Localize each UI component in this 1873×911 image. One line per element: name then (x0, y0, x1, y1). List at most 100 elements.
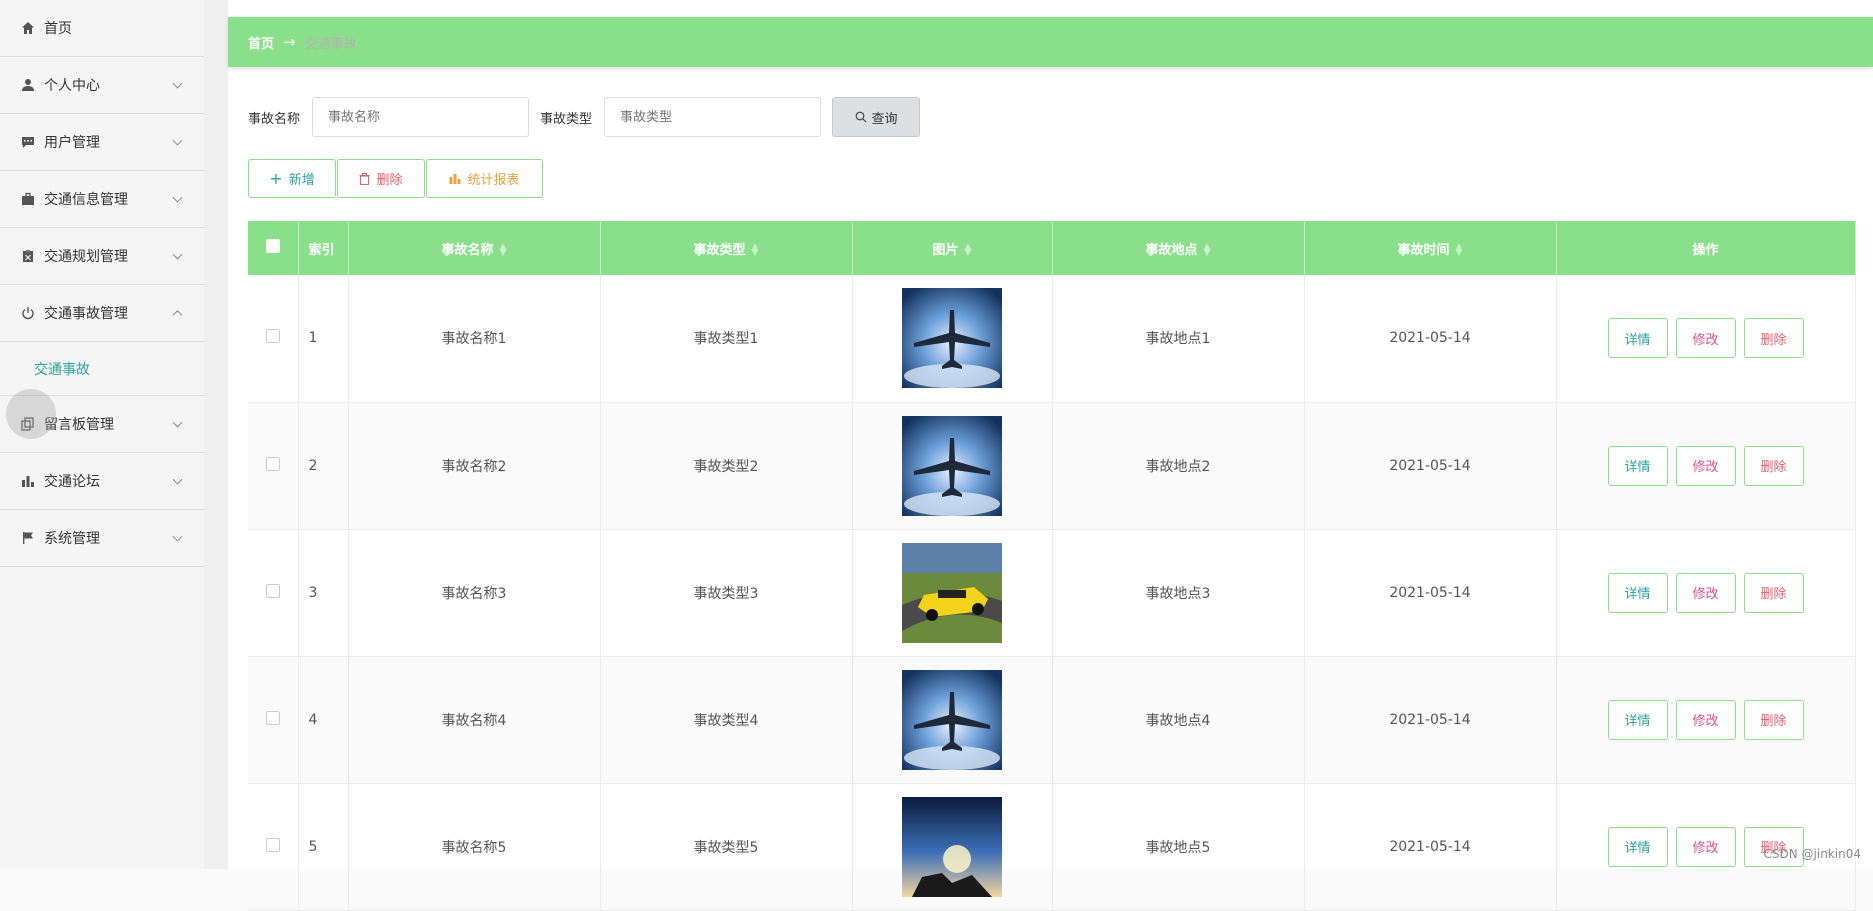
sidebar-subitem-traffic-accident[interactable]: 交通事故 (0, 342, 204, 396)
breadcrumb-home[interactable]: 首页 (248, 33, 274, 52)
chevron-down-icon (172, 531, 183, 542)
detail-button[interactable]: 详情 (1607, 445, 1668, 486)
sort-icon[interactable]: ▲ ▼ (965, 243, 972, 258)
action-bar: + 新增 删除 统计报表 (248, 159, 544, 198)
chevron-down-icon (172, 192, 183, 203)
delete-button[interactable]: 删除 (337, 159, 425, 198)
report-button[interactable]: 统计报表 (426, 159, 543, 198)
row-delete-button[interactable]: 删除 (1743, 699, 1804, 740)
accident-type-cell: 事故类型1 (600, 275, 853, 403)
detail-button[interactable]: 详情 (1607, 572, 1668, 613)
edit-button[interactable]: 修改 (1675, 826, 1736, 867)
chevron-down-icon (172, 135, 183, 146)
edit-button[interactable]: 修改 (1675, 699, 1736, 740)
accident-name-input[interactable] (312, 97, 530, 137)
row-delete-button[interactable]: 删除 (1743, 572, 1804, 613)
detail-button[interactable]: 详情 (1607, 699, 1668, 740)
detail-button[interactable]: 详情 (1607, 826, 1668, 867)
sidebar-item-accident-management[interactable]: 交通事故管理 (0, 285, 204, 342)
column-header-label: 图片 (932, 242, 959, 258)
sort-icon[interactable]: ▲ ▼ (1204, 243, 1211, 258)
accident-type-cell: 事故类型4 (600, 656, 853, 784)
sidebar-item-label: 交通规划管理 (44, 249, 128, 265)
row-checkbox[interactable] (248, 529, 299, 657)
sidebar: 首页 个人中心 用户管理 交通信息管理 交通规划管理 交通事故管理 交通事故 留… (0, 0, 204, 869)
watermark: CSDN @jinkin04 (1763, 847, 1861, 861)
airplane-thumbnail[interactable] (902, 415, 1002, 516)
edit-button[interactable]: 修改 (1675, 572, 1736, 613)
accident-name-cell: 事故名称4 (348, 656, 601, 784)
accident-time-cell: 2021-05-14 (1304, 275, 1557, 403)
actions-cell: 详情 修改 删除 (1556, 275, 1856, 403)
arrow-right-icon: → (283, 33, 296, 51)
bar-chart-icon (449, 173, 461, 184)
chevron-down-icon (172, 78, 183, 89)
floating-overlay-icon[interactable] (6, 389, 56, 439)
detail-button[interactable]: 详情 (1607, 318, 1668, 359)
row-checkbox[interactable] (248, 656, 299, 784)
search-bar: 事故名称 事故类型 查询 (248, 97, 921, 137)
user-icon (20, 78, 35, 93)
row-delete-button[interactable]: 删除 (1743, 318, 1804, 359)
accident-type-cell: 事故类型2 (600, 402, 853, 530)
column-header-name[interactable]: 事故名称 ▲ ▼ (348, 221, 601, 275)
row-index: 5 (298, 783, 349, 911)
chat-icon (20, 135, 35, 150)
sidebar-item-label: 交通论坛 (44, 474, 100, 490)
column-header-label: 事故类型 (693, 242, 746, 258)
row-checkbox[interactable] (248, 275, 299, 403)
row-index: 4 (298, 656, 349, 784)
actions-cell: 详情 修改 删除 (1556, 402, 1856, 530)
chevron-down-icon (172, 474, 183, 485)
column-header-label: 事故地点 (1145, 242, 1198, 258)
briefcase-icon (20, 192, 35, 207)
accident-location-cell: 事故地点3 (1052, 529, 1305, 657)
column-header-image[interactable]: 图片 ▲ ▼ (852, 221, 1053, 275)
select-all-checkbox[interactable] (248, 221, 299, 275)
accident-location-cell: 事故地点1 (1052, 275, 1305, 403)
accident-name-cell: 事故名称2 (348, 402, 601, 530)
row-checkbox[interactable] (248, 402, 299, 530)
column-header-location[interactable]: 事故地点 ▲ ▼ (1052, 221, 1305, 275)
column-header-actions: 操作 (1556, 221, 1856, 275)
racecar-thumbnail[interactable] (902, 542, 1002, 643)
airplane-thumbnail[interactable] (902, 669, 1002, 770)
sort-icon[interactable]: ▲ ▼ (752, 243, 759, 258)
column-header-time[interactable]: 事故时间 ▲ ▼ (1304, 221, 1557, 275)
sidebar-item-home[interactable]: 首页 (0, 0, 204, 57)
image-cell (852, 402, 1053, 530)
airplane-thumbnail[interactable] (902, 288, 1002, 389)
add-button[interactable]: + 新增 (248, 159, 336, 198)
query-button[interactable]: 查询 (832, 97, 921, 137)
column-header-index: 索引 (298, 221, 349, 275)
edit-button[interactable]: 修改 (1675, 318, 1736, 359)
sidebar-item-label: 首页 (44, 21, 72, 37)
sidebar-item-system-management[interactable]: 系统管理 (0, 510, 204, 567)
accident-name-label: 事故名称 (248, 111, 301, 127)
accident-table: 索引 事故名称 ▲ ▼ 事故类型 ▲ ▼ 图片 ▲ ▼ 事故地点 ▲ ▼ 事故时间 ▲ ▼ 操作 1… (248, 221, 1856, 911)
sidebar-item-traffic-info[interactable]: 交通信息管理 (0, 171, 204, 228)
accident-type-cell: 事故类型5 (600, 783, 853, 911)
motorcycle-thumbnail[interactable] (902, 796, 1002, 897)
power-icon (20, 306, 35, 321)
add-button-label: 新增 (288, 173, 315, 188)
sort-icon[interactable]: ▲ ▼ (500, 243, 507, 258)
sidebar-item-traffic-forum[interactable]: 交通论坛 (0, 453, 204, 510)
column-header-type[interactable]: 事故类型 ▲ ▼ (600, 221, 853, 275)
sidebar-item-personal-center[interactable]: 个人中心 (0, 57, 204, 114)
row-index: 2 (298, 402, 349, 530)
sort-icon[interactable]: ▲ ▼ (1456, 243, 1463, 258)
table-row: 4 事故名称4 事故类型4 事故地点4 2021-05-14 详情 修改 删除 (248, 656, 1856, 784)
table-body: 1 事故名称1 事故类型1 事故地点1 2021-05-14 详情 修改 删除 2 事故名称2 事故… (248, 275, 1856, 911)
sidebar-item-label: 用户管理 (44, 135, 100, 151)
chevron-down-icon (172, 417, 183, 428)
sidebar-item-traffic-planning[interactable]: 交通规划管理 (0, 228, 204, 285)
accident-type-input[interactable] (604, 97, 822, 137)
sidebar-item-user-management[interactable]: 用户管理 (0, 114, 204, 171)
row-checkbox[interactable] (248, 783, 299, 911)
divider (204, 0, 228, 869)
query-button-label: 查询 (871, 111, 898, 127)
bar-chart-icon (20, 474, 35, 489)
edit-button[interactable]: 修改 (1675, 445, 1736, 486)
row-delete-button[interactable]: 删除 (1743, 445, 1804, 486)
